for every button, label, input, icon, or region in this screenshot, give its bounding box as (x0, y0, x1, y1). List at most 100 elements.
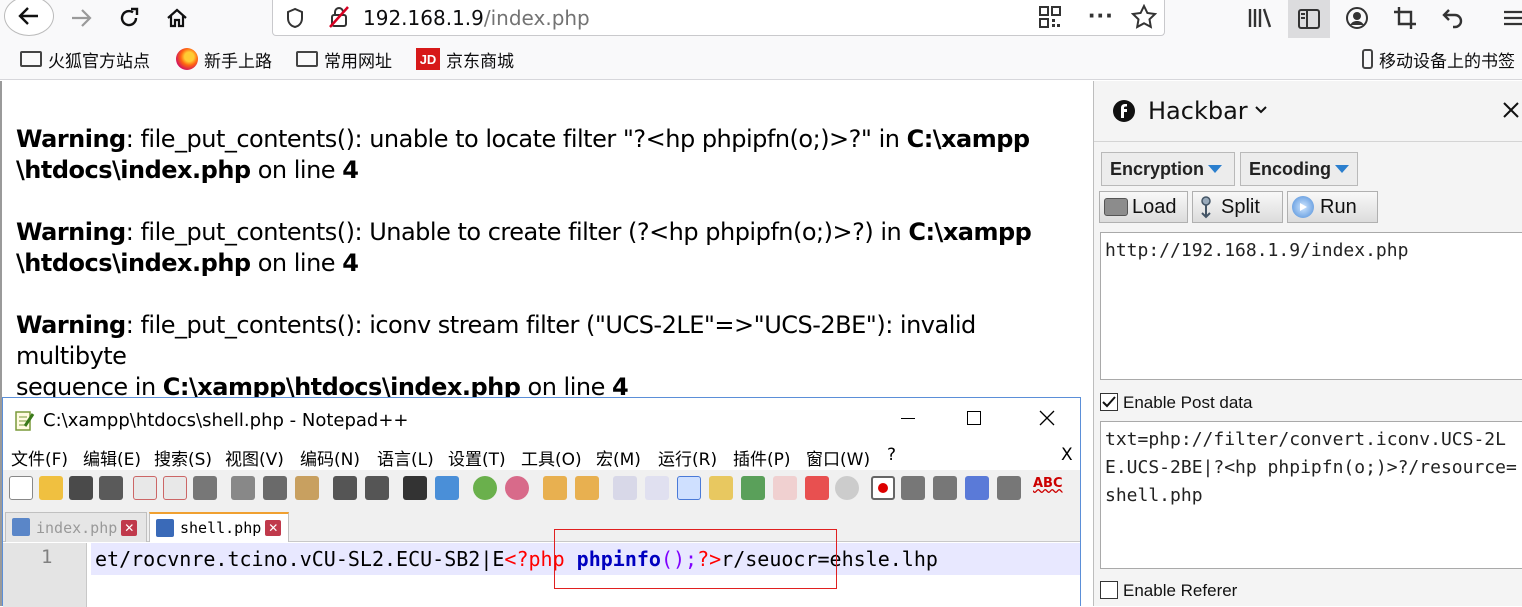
insecure-lock-icon[interactable] (327, 5, 351, 34)
forward-icon[interactable] (64, 2, 98, 34)
mobile-bookmarks[interactable]: 移动设备上的书签 (1362, 48, 1515, 72)
zoom-out-icon[interactable] (505, 476, 529, 500)
close-tab-icon[interactable]: ✕ (121, 519, 138, 536)
undo-icon[interactable] (333, 476, 357, 500)
play-macro-icon[interactable] (933, 476, 957, 500)
menu-macro[interactable]: 宏(M) (596, 445, 641, 470)
menu-file[interactable]: 文件(F) (11, 445, 68, 470)
minimize-icon[interactable] (901, 418, 915, 419)
menu-icon[interactable] (1500, 2, 1522, 34)
close-file-icon[interactable] (133, 476, 157, 500)
account-icon[interactable] (1340, 2, 1374, 34)
warning-line: 4 (342, 249, 359, 277)
save-icon[interactable] (69, 476, 93, 500)
enable-post-checkbox[interactable]: Enable Post data (1100, 393, 1252, 413)
copy-icon[interactable] (263, 476, 287, 500)
bookmark-folder-common[interactable]: 常用网址 (296, 48, 392, 72)
library-icon[interactable] (1243, 2, 1277, 34)
word-wrap-icon[interactable] (613, 476, 637, 500)
spellcheck-icon[interactable]: ABC (1033, 476, 1063, 500)
url-text[interactable]: 192.168.1.9/index.php (363, 6, 590, 30)
close-icon[interactable] (1502, 101, 1520, 124)
url-bar[interactable]: 192.168.1.9/index.php ··· (272, 0, 1165, 36)
encoding-dropdown[interactable]: Encoding (1240, 152, 1358, 186)
menu-help[interactable]: ? (887, 445, 896, 465)
close-all-icon[interactable] (163, 476, 187, 500)
paste-icon[interactable] (295, 476, 319, 500)
bookmark-star-icon[interactable] (1130, 3, 1158, 35)
save-macro-icon[interactable] (997, 476, 1021, 500)
sync-horizontal-icon[interactable] (575, 476, 599, 500)
warning-label: Warning (16, 218, 126, 246)
bookmarks-bar: 火狐官方站点 新手上路 常用网址 JD 京东商城 移动设备上的书签 (0, 38, 1522, 80)
menu-settings[interactable]: 设置(T) (448, 445, 506, 470)
udl-icon[interactable] (709, 476, 733, 500)
close-tab-icon[interactable]: ✕ (265, 520, 282, 536)
page-actions-icon[interactable]: ··· (1088, 0, 1114, 31)
redo-icon[interactable] (365, 476, 389, 500)
show-all-chars-icon[interactable] (645, 476, 669, 500)
load-url-icon (1104, 198, 1128, 216)
crop-icon[interactable] (1388, 2, 1422, 34)
menu-encoding[interactable]: 编码(N) (300, 445, 360, 470)
qr-code-icon[interactable] (1039, 6, 1061, 33)
indent-guide-icon[interactable] (677, 476, 701, 500)
menu-view[interactable]: 视图(V) (225, 445, 284, 470)
encryption-dropdown[interactable]: Encryption (1101, 152, 1235, 186)
chevron-down-icon[interactable] (1254, 103, 1268, 122)
hackbar-title[interactable]: Hackbar (1148, 97, 1248, 125)
home-icon[interactable] (160, 2, 194, 34)
close-icon[interactable] (1039, 410, 1055, 431)
doc-map-icon[interactable] (741, 476, 765, 500)
bookmark-getting-started[interactable]: 新手上路 (176, 48, 272, 72)
notepadpp-editor[interactable]: 1 et/rocvnre.tcino.vCU-SL2.ECU-SB2|E<?ph… (3, 543, 1080, 607)
shield-icon[interactable] (285, 7, 305, 34)
hackbar-panel: Hackbar Encryption Encoding Load Split R… (1093, 81, 1522, 606)
undo-icon[interactable] (1436, 2, 1470, 34)
menu-run[interactable]: 运行(R) (658, 445, 717, 470)
warning-text: : file_put_contents(): Unable to create … (125, 218, 909, 246)
find-icon[interactable] (403, 476, 427, 500)
zoom-in-icon[interactable] (473, 476, 497, 500)
close-document-button[interactable]: X (1061, 445, 1073, 465)
menu-search[interactable]: 搜索(S) (154, 445, 212, 470)
browser-toolbar: 192.168.1.9/index.php ··· (0, 0, 1522, 38)
folder-workspace-icon[interactable] (805, 476, 829, 500)
new-file-icon[interactable] (9, 476, 33, 500)
menu-tools[interactable]: 工具(O) (521, 445, 582, 470)
load-button[interactable]: Load (1099, 191, 1188, 223)
tab-shell-php[interactable]: shell.php ✕ (149, 512, 289, 542)
maximize-icon[interactable] (967, 411, 981, 425)
back-icon[interactable] (0, 0, 58, 36)
notepadpp-tabbar: index.php ✕ shell.php ✕ (3, 506, 1080, 542)
sidebar-icon[interactable] (1288, 0, 1330, 38)
bookmark-folder-firefox[interactable]: 火狐官方站点 (20, 48, 150, 72)
sync-vertical-icon[interactable] (543, 476, 567, 500)
play-multiple-macro-icon[interactable] (965, 476, 989, 500)
print-icon[interactable] (193, 476, 217, 500)
cut-icon[interactable] (231, 476, 255, 500)
line-number: 1 (41, 546, 53, 568)
warning-1: Warning: file_put_contents(): unable to … (16, 124, 1086, 186)
record-macro-icon[interactable] (871, 476, 895, 500)
menu-edit[interactable]: 编辑(E) (83, 445, 141, 470)
menu-language[interactable]: 语言(L) (377, 445, 434, 470)
notepadpp-menubar: 文件(F) 编辑(E) 搜索(S) 视图(V) 编码(N) 语言(L) 设置(T… (3, 442, 1080, 470)
enable-referer-checkbox[interactable]: Enable Referer (1100, 581, 1237, 601)
url-textarea[interactable]: http://192.168.1.9/index.php (1100, 232, 1522, 380)
run-button[interactable]: Run (1287, 191, 1378, 223)
stop-macro-icon[interactable] (901, 476, 925, 500)
split-button[interactable]: Split (1192, 191, 1283, 223)
tab-index-php[interactable]: index.php ✕ (5, 512, 147, 542)
open-file-icon[interactable] (39, 476, 63, 500)
function-list-icon[interactable] (773, 476, 797, 500)
replace-icon[interactable] (435, 476, 459, 500)
menu-window[interactable]: 窗口(W) (806, 445, 870, 470)
code-text: et/rocvnre.tcino.vCU-SL2.ECU-SB2|E (95, 547, 505, 571)
post-data-textarea[interactable]: txt=php://filter/convert.iconv.UCS-2LE.U… (1100, 421, 1522, 569)
save-all-icon[interactable] (99, 476, 123, 500)
monitoring-icon[interactable] (835, 476, 859, 500)
bookmark-jd[interactable]: JD 京东商城 (416, 48, 514, 72)
reload-icon[interactable] (112, 2, 146, 34)
menu-plugins[interactable]: 插件(P) (733, 445, 791, 470)
